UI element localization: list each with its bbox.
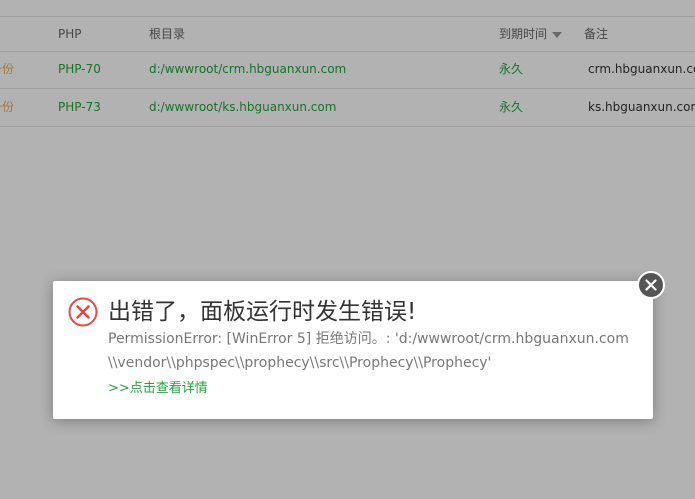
close-button[interactable] [637,271,665,299]
close-icon [645,279,657,291]
view-details-link[interactable]: >>点击查看详情 [108,377,208,396]
error-circle-x-icon [68,297,98,327]
error-message: PermissionError: [WinError 5] 拒绝访问。: 'd:… [108,331,629,371]
error-dialog: 出错了，面板运行时发生错误! PermissionError: [WinErro… [53,281,653,419]
dialog-title: 出错了，面板运行时发生错误! [108,299,417,325]
modal-overlay [0,0,695,499]
